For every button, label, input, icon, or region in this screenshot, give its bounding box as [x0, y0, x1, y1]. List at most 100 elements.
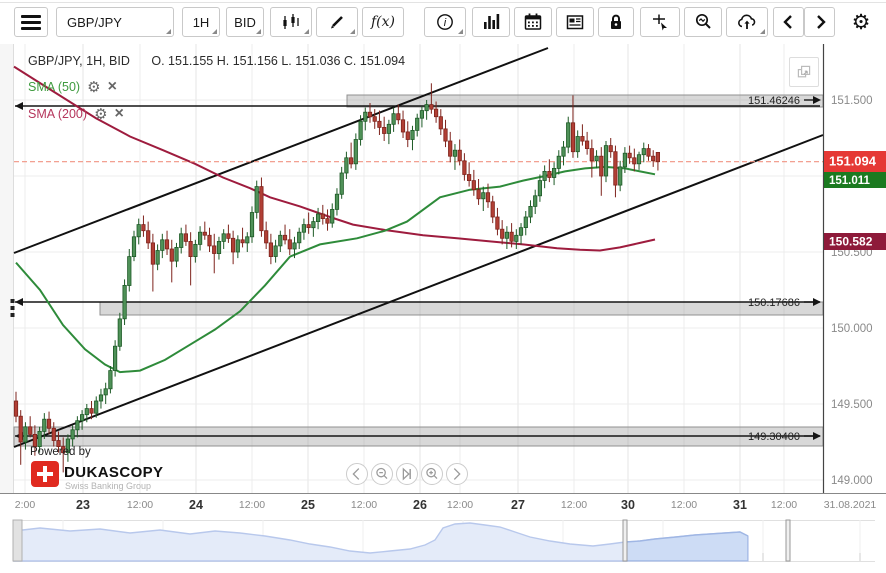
navigator-handle[interactable]	[785, 519, 791, 562]
candle-body	[122, 284, 127, 320]
candle-body	[367, 111, 373, 118]
x-axis-label: 24	[189, 498, 203, 512]
candle-body	[466, 174, 472, 181]
candle-body	[622, 152, 628, 168]
candle-body	[311, 221, 316, 229]
candle-body	[476, 189, 481, 200]
candle-body	[235, 239, 240, 253]
candle-body	[344, 157, 349, 174]
x-axis-label: 12:00	[671, 499, 697, 511]
zoom-in-button[interactable]	[421, 463, 443, 485]
candle-body	[155, 250, 160, 265]
navigator-left-scroll-handle[interactable]	[12, 519, 23, 562]
candle-body	[608, 145, 613, 153]
candle-body	[646, 148, 651, 157]
x-axis-label: 25	[301, 498, 315, 512]
y-axis-tick: 151.500	[831, 95, 873, 107]
candle-body	[523, 216, 528, 229]
candle-body	[282, 234, 288, 241]
price-level-zone[interactable]	[99, 301, 824, 316]
zoom-out-icon	[376, 467, 388, 479]
candle-body	[382, 127, 387, 134]
indicator-remove-icon[interactable]: ×	[115, 106, 124, 122]
indicator-row-sma50: SMA (50) ⚙ ×	[28, 79, 117, 95]
candle-body	[651, 155, 656, 162]
candle-body	[429, 104, 434, 110]
candle-body	[528, 205, 533, 218]
candle-body	[160, 239, 165, 251]
x-axis-label: 27	[511, 498, 525, 512]
candle-body	[117, 318, 122, 347]
left-gutter	[0, 44, 13, 493]
step-back-button[interactable]	[346, 463, 368, 485]
candle-body	[391, 113, 396, 125]
candle-body	[363, 111, 368, 122]
step-forward-button[interactable]	[446, 463, 468, 485]
candle-body	[504, 231, 510, 239]
step-back-icon	[352, 468, 360, 480]
candle-body	[457, 149, 462, 162]
chart-header-symbol: GBP/JPY, 1H, BID	[28, 54, 130, 68]
candle-body	[636, 154, 642, 165]
level-drag-handle-icon[interactable]	[10, 313, 15, 317]
candle-body	[306, 224, 311, 229]
dukascopy-flag-logo	[31, 461, 59, 487]
candle-body	[278, 234, 283, 247]
candle-body	[320, 213, 325, 219]
candle-body	[396, 113, 401, 121]
indicator-remove-icon[interactable]: ×	[108, 79, 117, 95]
candle-body	[264, 230, 269, 244]
x-axis-label: 2:00	[15, 499, 36, 511]
candle-body	[589, 148, 594, 162]
step-forward-icon	[453, 468, 461, 480]
candles	[13, 83, 661, 473]
level-drag-handle-icon[interactable]	[10, 306, 15, 310]
zoom-out-button[interactable]	[371, 463, 393, 485]
candle-body	[146, 230, 151, 244]
skip-to-end-icon	[402, 467, 411, 481]
candle-body	[127, 256, 132, 286]
chart-header-ohlc: O. 151.155 H. 151.156 L. 151.036 C. 151.…	[151, 54, 406, 68]
candle-body	[42, 418, 47, 432]
x-axis-label: 12:00	[127, 499, 153, 511]
navigator-handle[interactable]	[622, 519, 628, 562]
y-axis-tick: 149.000	[831, 475, 873, 487]
x-axis-label: 31	[733, 498, 747, 512]
candle-body	[485, 192, 491, 203]
candle-body	[98, 394, 104, 402]
candle-body	[372, 116, 377, 122]
candle-body	[297, 231, 302, 244]
candle-body	[542, 170, 547, 181]
zoom-in-icon	[426, 467, 438, 479]
candle-body	[627, 152, 632, 159]
candle-body	[514, 234, 519, 242]
x-axis-label: 31.08.2021	[824, 499, 877, 511]
candle-body	[51, 427, 56, 441]
level-left-arrow-icon	[15, 102, 23, 110]
price-badge-label: 151.011	[829, 175, 871, 187]
price-badge-label: 151.094	[829, 154, 877, 169]
candle-body	[202, 231, 207, 236]
candle-body	[13, 400, 19, 417]
candle-body	[353, 139, 358, 165]
candle-body	[230, 237, 236, 253]
indicator-settings-icon[interactable]: ⚙	[87, 80, 100, 95]
candle-body	[438, 116, 443, 130]
candle-body	[183, 233, 188, 242]
candle-body	[169, 248, 174, 262]
candle-body	[348, 157, 354, 165]
popout-chart-button[interactable]	[789, 57, 819, 87]
level-drag-handle-icon[interactable]	[10, 299, 15, 303]
candle-body	[537, 180, 543, 197]
level-label: 149.30400	[748, 431, 800, 443]
candle-body	[103, 388, 108, 396]
trend-channel-line[interactable]	[13, 134, 824, 448]
indicator-settings-icon[interactable]: ⚙	[94, 107, 107, 122]
level-label: 151.46246	[748, 95, 800, 107]
x-axis-label: 12:00	[561, 499, 587, 511]
indicator-label-sma200: SMA (200)	[28, 107, 88, 121]
skip-to-end-button[interactable]	[396, 463, 418, 485]
indicator-label-sma50: SMA (50)	[28, 80, 81, 94]
candle-body	[226, 233, 231, 239]
candle-body	[174, 246, 179, 262]
